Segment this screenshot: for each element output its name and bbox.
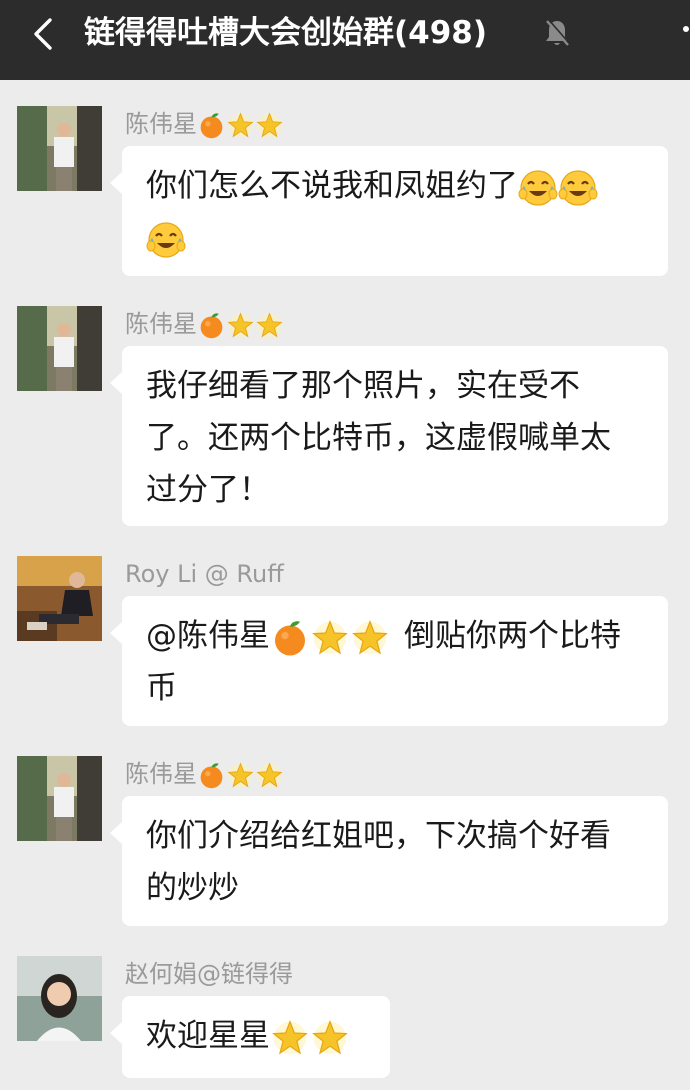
avatar[interactable] bbox=[17, 556, 102, 641]
sender-name: 陈伟星 bbox=[125, 106, 284, 142]
message-text: 你们怎么不说我和凤姐约了 bbox=[146, 168, 518, 204]
sender-name: 陈伟星 bbox=[125, 306, 284, 342]
star-emoji bbox=[255, 311, 284, 340]
avatar[interactable] bbox=[17, 956, 102, 1041]
sender-name: Roy Li @ Ruff bbox=[125, 556, 284, 592]
message-text: 过分了！ bbox=[146, 472, 270, 508]
mention-text[interactable]: @陈伟星 bbox=[146, 618, 270, 654]
message-text: 我仔细看了那个照片，实在受不 bbox=[146, 368, 580, 404]
more-icon[interactable] bbox=[682, 24, 690, 44]
message-text: 的炒炒 bbox=[146, 870, 239, 906]
avatar[interactable] bbox=[17, 106, 102, 191]
message-text: 币 bbox=[146, 670, 177, 706]
chevron-left-icon[interactable] bbox=[24, 14, 64, 54]
star-emoji bbox=[310, 618, 350, 658]
avatar[interactable] bbox=[17, 306, 102, 391]
message-text: 欢迎星星 bbox=[146, 1018, 270, 1054]
message-text: 倒贴你两个比特 bbox=[404, 618, 621, 654]
star-emoji bbox=[255, 111, 284, 140]
star-emoji bbox=[226, 111, 255, 140]
message-bubble[interactable]: @陈伟星 倒贴你两个比特 币 bbox=[110, 596, 668, 726]
laughing-crying-emoji bbox=[146, 220, 186, 260]
sender-name-text: 陈伟星 bbox=[125, 310, 197, 338]
message-bubble[interactable]: 欢迎星星 bbox=[110, 996, 390, 1078]
chat-header: 链得得吐槽大会创始群(498) bbox=[0, 0, 690, 80]
chat-title: 链得得吐槽大会创始群(498) bbox=[84, 15, 488, 51]
bell-muted-icon bbox=[546, 18, 571, 46]
message-bubble[interactable]: 你们介绍给红姐吧，下次搞个好看 的炒炒 bbox=[110, 796, 668, 926]
message-bubble[interactable]: 我仔细看了那个照片，实在受不 了。还两个比特币，这虚假喊单太 过分了！ bbox=[110, 346, 668, 526]
sender-name-text: 陈伟星 bbox=[125, 110, 197, 138]
sender-name: 赵何娟@链得得 bbox=[125, 956, 293, 992]
sender-name: 陈伟星 bbox=[125, 756, 284, 792]
sender-name-text: 赵何娟@链得得 bbox=[125, 960, 293, 988]
star-emoji bbox=[350, 618, 390, 658]
star-emoji bbox=[226, 311, 255, 340]
laughing-crying-emoji bbox=[518, 168, 558, 208]
tangerine-emoji bbox=[197, 761, 226, 790]
message-text: 了。还两个比特币，这虚假喊单太 bbox=[146, 420, 611, 456]
star-emoji bbox=[310, 1018, 350, 1058]
sender-name-text: Roy Li @ Ruff bbox=[125, 560, 284, 588]
star-emoji bbox=[270, 1018, 310, 1058]
sender-name-text: 陈伟星 bbox=[125, 760, 197, 788]
star-emoji bbox=[226, 761, 255, 790]
message-bubble[interactable]: 你们怎么不说我和凤姐约了 bbox=[110, 146, 668, 276]
tangerine-emoji bbox=[270, 618, 310, 658]
avatar[interactable] bbox=[17, 756, 102, 841]
star-emoji bbox=[255, 761, 284, 790]
tangerine-emoji bbox=[197, 111, 226, 140]
tangerine-emoji bbox=[197, 311, 226, 340]
laughing-crying-emoji bbox=[558, 168, 598, 208]
message-text: 你们介绍给红姐吧，下次搞个好看 bbox=[146, 818, 611, 854]
